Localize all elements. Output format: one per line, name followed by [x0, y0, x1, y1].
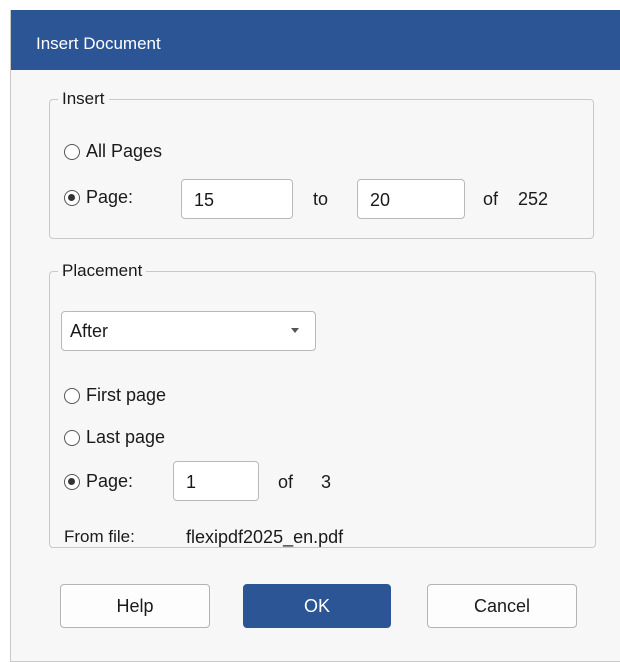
- first-page-label: First page: [86, 385, 167, 405]
- dialog-title: Insert Document: [36, 34, 161, 53]
- all-pages-label: All Pages: [86, 141, 163, 161]
- last-page-label: Last page: [86, 427, 166, 447]
- all-pages-radio-indicator[interactable]: [64, 143, 80, 160]
- placement-page-radio-indicator[interactable]: [64, 473, 80, 490]
- insert-page-radio-indicator[interactable]: [64, 189, 80, 206]
- help-button[interactable]: Help: [60, 584, 210, 628]
- from-file-label: From file:: [64, 527, 135, 546]
- page-from-input[interactable]: 15: [181, 179, 293, 219]
- placement-page-label: Page:: [86, 471, 134, 491]
- placement-total-pages: 3: [321, 472, 332, 492]
- insert-group: Insert All Pages Page: 15 to 20 of 252: [49, 89, 594, 239]
- insert-document-dialog: Insert Document Insert All Pages Page: 1…: [10, 10, 620, 662]
- first-page-radio[interactable]: First page: [64, 385, 166, 406]
- last-page-radio[interactable]: Last page: [64, 427, 165, 448]
- placement-page-input[interactable]: 1: [173, 461, 259, 501]
- chevron-down-icon: [291, 328, 299, 333]
- ok-button[interactable]: OK: [243, 584, 391, 628]
- first-page-radio-indicator[interactable]: [64, 387, 80, 404]
- placement-group: Placement After First page Last page Pag…: [49, 261, 596, 548]
- to-label: to: [313, 189, 329, 209]
- insert-of-label: of: [483, 189, 499, 209]
- placement-group-legend: Placement: [62, 261, 143, 280]
- placement-position-value: After: [70, 321, 109, 341]
- from-file-name: flexipdf2025_en.pdf: [186, 527, 344, 547]
- placement-of-label: of: [278, 472, 294, 492]
- page-to-input[interactable]: 20: [357, 179, 465, 219]
- placement-page-radio[interactable]: Page:: [64, 471, 133, 492]
- last-page-radio-indicator[interactable]: [64, 429, 80, 446]
- placement-position-select[interactable]: After: [61, 311, 316, 351]
- insert-page-radio[interactable]: Page:: [64, 187, 133, 208]
- all-pages-radio[interactable]: All Pages: [64, 141, 162, 162]
- title-bar: Insert Document: [11, 10, 620, 70]
- cancel-button[interactable]: Cancel: [427, 584, 577, 628]
- insert-page-label: Page:: [86, 187, 134, 207]
- insert-group-legend: Insert: [62, 89, 105, 108]
- insert-total-pages: 252: [518, 189, 549, 209]
